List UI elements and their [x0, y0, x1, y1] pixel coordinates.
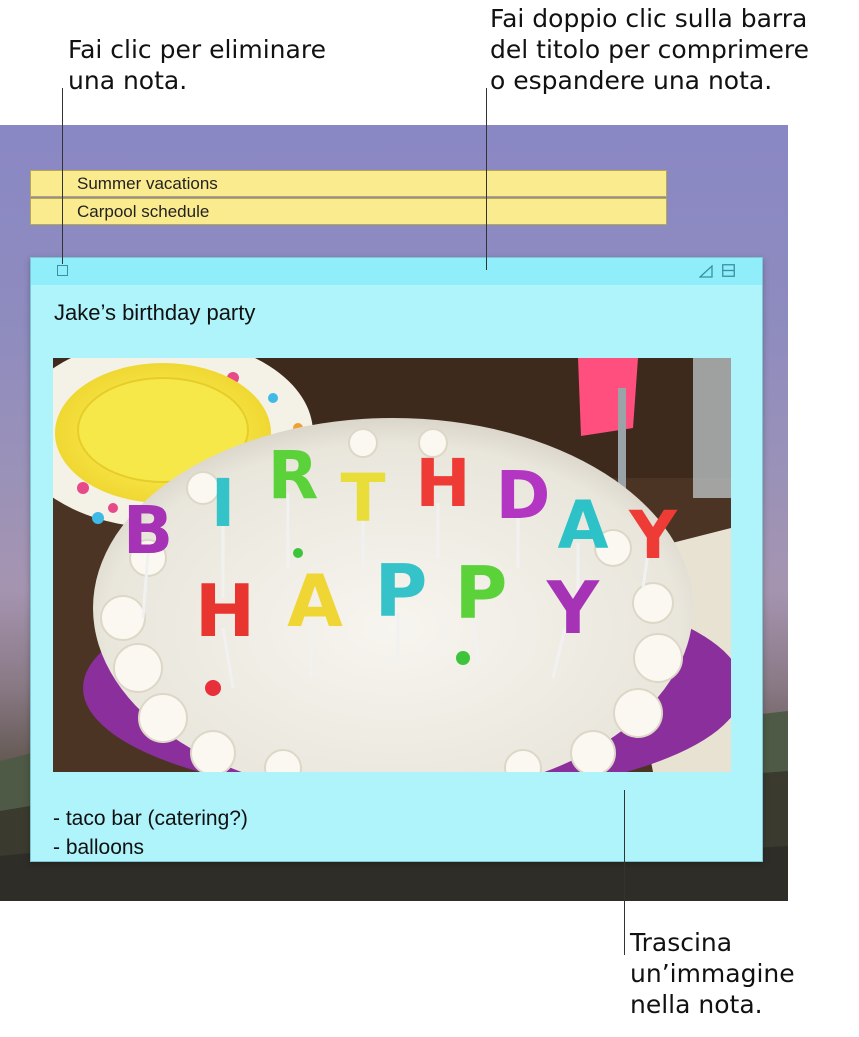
- note-list[interactable]: - taco bar (catering?) - balloons: [53, 804, 248, 862]
- leader-line-drag: [624, 790, 625, 955]
- leader-line-collapse: [486, 88, 487, 270]
- note-heading: Jake’s birthday party: [54, 300, 256, 325]
- list-item: - taco bar (catering?): [53, 807, 248, 830]
- close-box-icon[interactable]: [57, 265, 68, 276]
- sticky-note-birthday[interactable]: Jake’s birthday party B I R T H D A Y H …: [30, 257, 763, 862]
- callout-collapse-expand: Fai doppio clic sulla barra del titolo p…: [490, 3, 809, 96]
- note-title: Carpool schedule: [77, 202, 210, 221]
- callout-drag-image: Trascina un’immagine nella nota.: [630, 927, 795, 1020]
- leader-line-delete: [62, 88, 63, 264]
- callout-delete-note: Fai clic per eliminare una nota.: [68, 34, 326, 96]
- candle-letter: A: [557, 487, 608, 564]
- resize-icon[interactable]: [699, 265, 713, 278]
- candle-letter: I: [211, 465, 236, 542]
- cake-photo: B I R T H D A Y H A P P Y: [53, 358, 731, 772]
- list-item: - balloons: [53, 836, 145, 859]
- note-title-bar[interactable]: [31, 258, 762, 285]
- birthday-cake-image[interactable]: B I R T H D A Y H A P P Y: [53, 358, 731, 772]
- callout-line: Fai clic per eliminare: [68, 35, 326, 64]
- callout-line: un’immagine: [630, 959, 795, 988]
- candle-letter: T: [340, 460, 385, 537]
- candle-letter: H: [195, 569, 255, 653]
- collapse-icon[interactable]: [722, 264, 735, 277]
- callout-line: Fai doppio clic sulla barra: [490, 4, 808, 33]
- candle-letter: Y: [628, 497, 678, 574]
- note-title: Summer vacations: [77, 174, 218, 193]
- collapsed-note-summer-vacations[interactable]: Summer vacations: [30, 170, 667, 197]
- callout-line: nella nota.: [630, 990, 763, 1019]
- candle-letter: A: [287, 559, 343, 643]
- collapsed-note-carpool-schedule[interactable]: Carpool schedule: [30, 198, 667, 225]
- page: Fai clic per eliminare una nota. Fai dop…: [0, 0, 859, 1037]
- callout-line: una nota.: [68, 66, 188, 95]
- candle-letter: P: [375, 549, 428, 633]
- candle-letter: P: [455, 551, 508, 635]
- candle-letter: D: [496, 457, 551, 534]
- candle-letter: H: [415, 445, 470, 522]
- candle-letter: R: [268, 437, 319, 514]
- callout-line: o espandere una nota.: [490, 66, 773, 95]
- callout-line: Trascina: [630, 928, 733, 957]
- candle-letter: Y: [546, 566, 600, 650]
- candle-letter: B: [123, 492, 173, 569]
- callout-line: del titolo per comprimere: [490, 35, 809, 64]
